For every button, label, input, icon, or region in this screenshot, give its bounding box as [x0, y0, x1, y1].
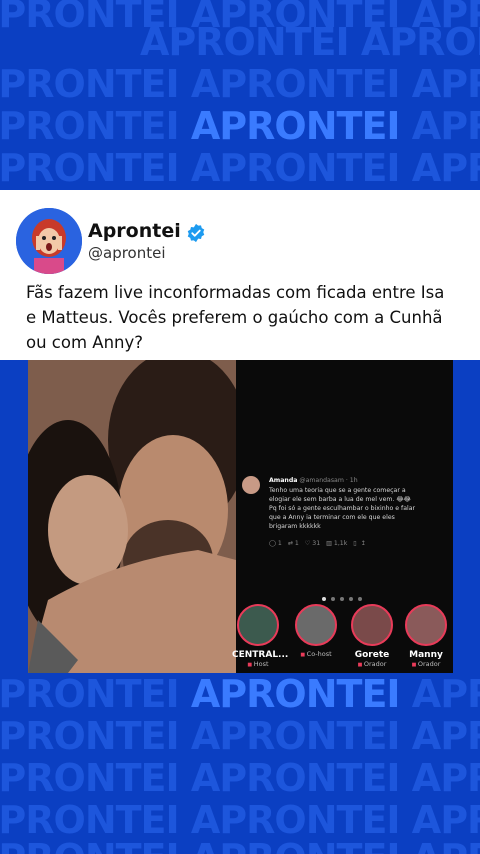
reply-avatar — [242, 476, 260, 494]
like-icon[interactable]: ♡ — [305, 540, 311, 547]
reply-actions: ◯ 1 ⇄ 1 ♡ 31 ▥ 1,1k ▯ ↥ — [269, 540, 366, 547]
participant-name: Manny — [409, 650, 443, 660]
verified-badge-icon — [187, 223, 205, 243]
post-card: Aprontei @aprontei Fãs fazem live inconf… — [0, 190, 480, 360]
bg-row: APRONTEI APRONTEI APRONTEI — [0, 672, 480, 716]
bg-row: APRONTEI APRONTEI — [140, 20, 480, 64]
participant-avatar — [237, 604, 279, 646]
author-handle[interactable]: @aprontei — [88, 244, 166, 262]
reply-icon[interactable]: ◯ — [269, 540, 276, 547]
bg-row: APRONTEI APRONTEI APRONTEI — [0, 62, 480, 106]
live-participant[interactable]: Manny Orador — [400, 604, 452, 668]
participant-role: Orador — [346, 660, 398, 668]
bg-row: APRONTEI APRONTEI APRONTEI — [0, 836, 480, 854]
author-name[interactable]: Aprontei — [88, 220, 181, 242]
carousel-dot[interactable] — [322, 597, 326, 601]
bg-row: APRONTEI APRONTEI APRONTEI — [0, 756, 480, 800]
post-media[interactable]: Amanda @amandasam · 1h Tenho uma teoria … — [28, 360, 453, 673]
carousel-dot[interactable] — [349, 597, 353, 601]
reply-text-line: elogiar ele sem barba a lua de mel vem. … — [269, 496, 411, 503]
views-icon[interactable]: ▥ — [326, 540, 332, 547]
bg-row: APRONTEI APRONTEI APRONTEI — [0, 714, 480, 758]
participant-role: Orador — [400, 660, 452, 668]
carousel-dot[interactable] — [331, 597, 335, 601]
participant-avatar — [405, 604, 447, 646]
live-participant[interactable]: Gorete Orador — [346, 604, 398, 668]
participant-avatar — [351, 604, 393, 646]
kiss-photo — [28, 360, 236, 673]
reply-text-line: Tenho uma teoria que se a gente começar … — [269, 487, 406, 494]
bg-row: APRONTEI APRONTEI APRONTEI — [0, 104, 480, 148]
participant-name: Gorete — [354, 650, 390, 660]
participant-role: Host — [232, 660, 284, 668]
phone-screenshot: Amanda @amandasam · 1h Tenho uma teoria … — [232, 360, 453, 673]
share-icon[interactable]: ↥ — [361, 540, 366, 547]
bookmark-icon[interactable]: ▯ — [353, 540, 356, 547]
avatar[interactable] — [16, 208, 82, 274]
reply-header: Amanda @amandasam · 1h — [269, 477, 358, 484]
reply-text-line: Pq foi só a gente esculhambar o bixinho … — [269, 505, 416, 512]
live-participant[interactable]: Co-host — [290, 604, 342, 658]
reply-text-line: que a Anny ia terminar com ele que eles — [269, 514, 395, 521]
reply-text-line: brigaram kkkkkk — [269, 523, 321, 530]
post-text: Fãs fazem live inconformadas com ficada … — [26, 283, 445, 352]
carousel-dots — [322, 586, 367, 605]
carousel-dot[interactable] — [340, 597, 344, 601]
participant-role: Co-host — [290, 650, 342, 658]
retweet-icon[interactable]: ⇄ — [288, 540, 293, 547]
bg-row: APRONTEI APRONTEI APRONTEI — [0, 146, 480, 190]
participant-avatar — [295, 604, 337, 646]
carousel-dot[interactable] — [358, 597, 362, 601]
live-participant[interactable]: CENTRAL... Host — [232, 604, 289, 668]
participant-name: CENTRAL... — [232, 650, 289, 660]
